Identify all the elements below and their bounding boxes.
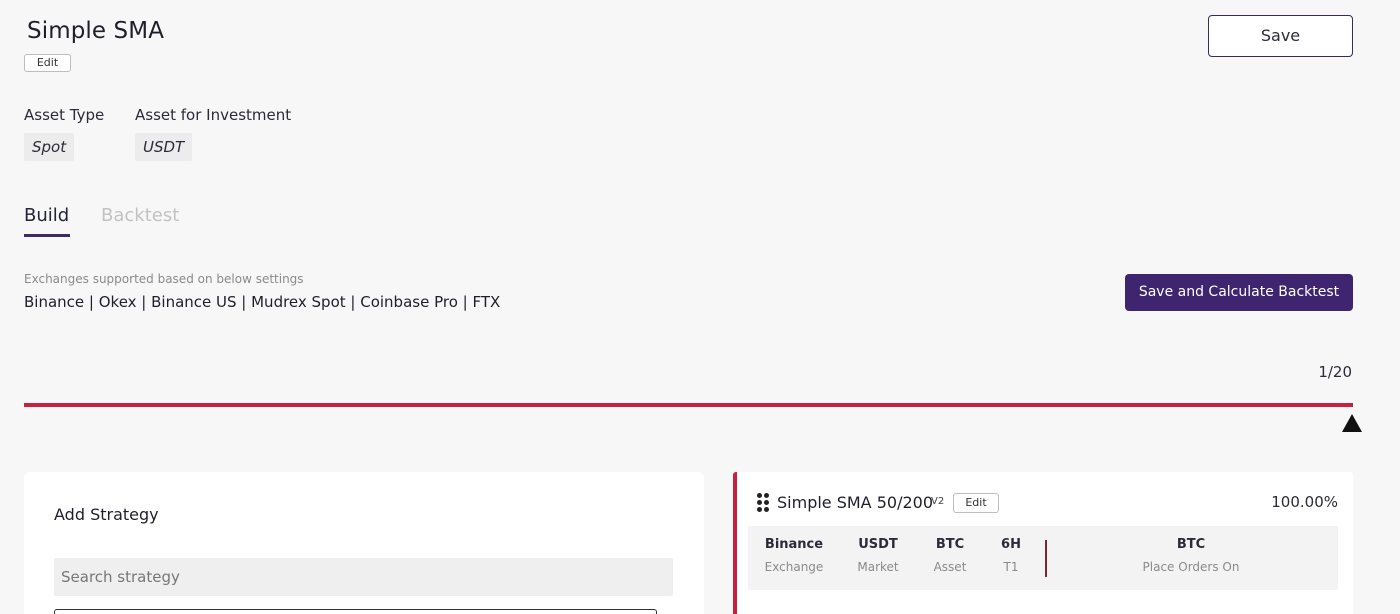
stat-asset: BTC Asset	[922, 537, 978, 574]
stat-value: BTC	[935, 537, 965, 552]
stat-timeframe: 6H T1	[990, 537, 1032, 574]
stat-place-orders-on: BTC Place Orders On	[1130, 537, 1252, 574]
allocation-progress-bar	[24, 403, 1353, 407]
stat-value: BTC	[1176, 537, 1206, 552]
stat-exchange: Binance Exchange	[754, 537, 834, 574]
page-title: Simple SMA	[27, 18, 165, 44]
edit-strategy-button[interactable]: Edit	[953, 493, 999, 513]
search-strategy-input[interactable]: Search strategy	[54, 558, 673, 596]
asset-type-value: Spot	[24, 133, 75, 161]
stats-divider	[1045, 540, 1047, 577]
investment-asset-value: USDT	[135, 133, 193, 161]
strategy-name: Simple SMA 50/200	[777, 493, 933, 512]
strategy-list-item[interactable]	[54, 609, 657, 614]
strategy-count: 1/20	[1318, 363, 1352, 381]
strategy-allocation-percent[interactable]: 100.00%	[1250, 493, 1338, 511]
exchanges-list: Binance | Okex | Binance US | Mudrex Spo…	[24, 293, 501, 311]
stat-value: Binance	[764, 537, 824, 552]
stat-label: Market	[857, 560, 899, 574]
stat-label: Place Orders On	[1142, 560, 1240, 574]
add-strategy-title: Add Strategy	[54, 505, 159, 524]
drag-handle-icon[interactable]	[757, 493, 769, 513]
stat-market: USDT Market	[848, 537, 908, 574]
investment-asset-label: Asset for Investment	[135, 106, 292, 124]
strategy-version: V2	[931, 496, 945, 507]
progress-marker-icon[interactable]	[1342, 414, 1362, 432]
asset-type-label: Asset Type	[24, 106, 105, 124]
tab-backtest[interactable]: Backtest	[101, 205, 179, 226]
stat-label: Asset	[933, 560, 967, 574]
stat-value: USDT	[858, 537, 898, 552]
allocation-progress-fill	[24, 403, 1353, 407]
active-tab-indicator	[24, 234, 70, 237]
tab-build[interactable]: Build	[24, 205, 69, 226]
stat-label: T1	[1003, 560, 1019, 574]
stat-label: Exchange	[764, 560, 824, 574]
exchanges-caption: Exchanges supported based on below setti…	[24, 272, 304, 286]
edit-title-button[interactable]: Edit	[24, 54, 71, 72]
save-button[interactable]: Save	[1208, 15, 1353, 57]
save-calculate-backtest-button[interactable]: Save and Calculate Backtest	[1125, 274, 1353, 311]
stat-value: 6H	[1001, 537, 1021, 552]
